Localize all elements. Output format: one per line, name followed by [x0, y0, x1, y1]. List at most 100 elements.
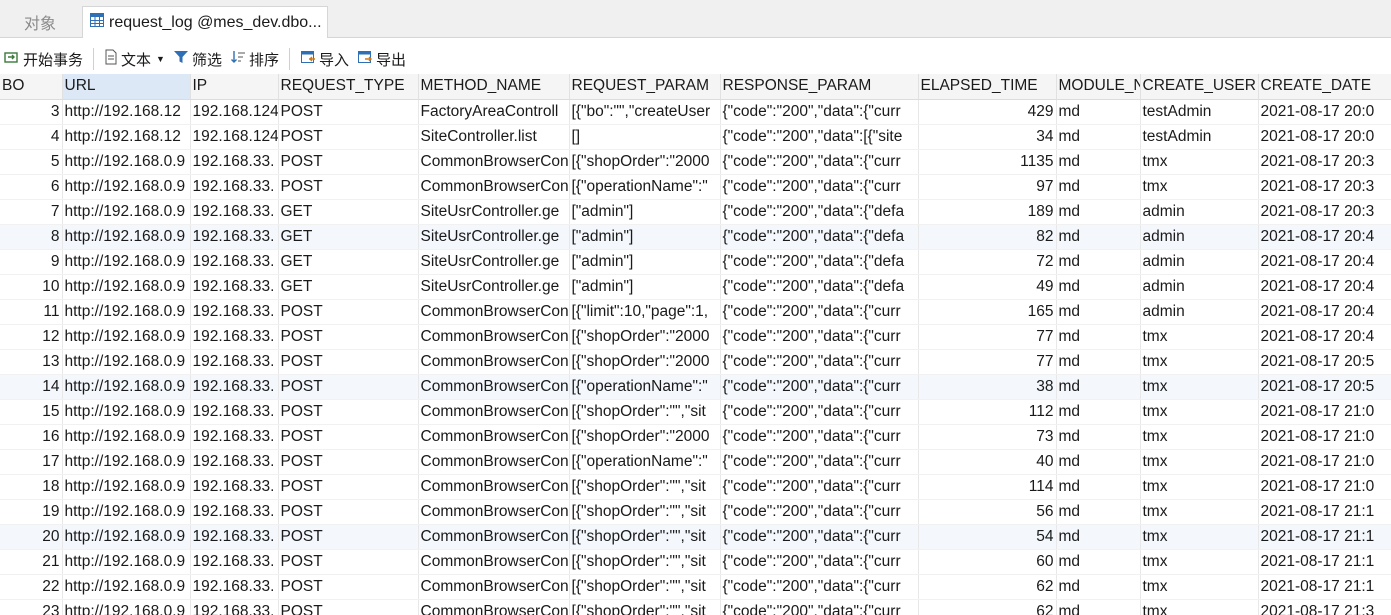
- cell-ip[interactable]: 192.168.33.: [190, 349, 279, 375]
- cell-request-param[interactable]: ["admin"]: [569, 224, 721, 250]
- cell-create-user[interactable]: tmx: [1140, 449, 1259, 475]
- cell-ip[interactable]: 192.168.33.: [190, 249, 279, 275]
- cell-method-name[interactable]: SiteController.list: [418, 124, 570, 150]
- tab-request-log[interactable]: request_log @mes_dev.dbo...: [82, 6, 328, 38]
- table-row[interactable]: 6 http://192.168.0.9 192.168.33. POST Common…: [0, 174, 1391, 200]
- cell-method-name[interactable]: CommonBrowserCon: [418, 424, 570, 450]
- cell-url[interactable]: http://192.168.0.9: [62, 224, 191, 250]
- cell-request-param[interactable]: [{"shopOrder":"","sit: [569, 574, 721, 600]
- cell-ip[interactable]: 192.168.33.: [190, 574, 279, 600]
- cell-response-param[interactable]: {"code":"200","data":{"curr: [720, 449, 919, 475]
- cell-create-user[interactable]: admin: [1140, 199, 1259, 225]
- cell-method-name[interactable]: CommonBrowserCon: [418, 599, 570, 615]
- column-header-elapsed-time[interactable]: ELAPSED_TIME: [918, 74, 1057, 100]
- cell-response-param[interactable]: {"code":"200","data":{"curr: [720, 524, 919, 550]
- cell-module-n[interactable]: md: [1056, 349, 1141, 375]
- cell-bo[interactable]: 4: [0, 124, 63, 150]
- cell-elapsed-time[interactable]: 429: [918, 99, 1057, 125]
- cell-url[interactable]: http://192.168.0.9: [62, 374, 191, 400]
- cell-module-n[interactable]: md: [1056, 374, 1141, 400]
- cell-method-name[interactable]: CommonBrowserCon: [418, 174, 570, 200]
- cell-url[interactable]: http://192.168.0.9: [62, 474, 191, 500]
- cell-request-param[interactable]: []: [569, 124, 721, 150]
- cell-url[interactable]: http://192.168.0.9: [62, 174, 191, 200]
- cell-url[interactable]: http://192.168.0.9: [62, 449, 191, 475]
- cell-bo[interactable]: 19: [0, 499, 63, 525]
- cell-create-user[interactable]: admin: [1140, 274, 1259, 300]
- cell-ip[interactable]: 192.168.33.: [190, 524, 279, 550]
- cell-ip[interactable]: 192.168.33.: [190, 399, 279, 425]
- cell-request-param[interactable]: ["admin"]: [569, 199, 721, 225]
- cell-url[interactable]: http://192.168.0.9: [62, 249, 191, 275]
- cell-elapsed-time[interactable]: 38: [918, 374, 1057, 400]
- cell-module-n[interactable]: md: [1056, 249, 1141, 275]
- cell-request-param[interactable]: [{"limit":10,"page":1,: [569, 299, 721, 325]
- cell-create-date[interactable]: 2021-08-17 21:1: [1258, 524, 1391, 550]
- cell-create-user[interactable]: tmx: [1140, 499, 1259, 525]
- table-row[interactable]: 12 http://192.168.0.9 192.168.33. POST Commo…: [0, 324, 1391, 350]
- cell-url[interactable]: http://192.168.0.9: [62, 524, 191, 550]
- column-header-create-date[interactable]: CREATE_DATE: [1258, 74, 1391, 100]
- cell-request-param[interactable]: ["admin"]: [569, 274, 721, 300]
- table-row[interactable]: 9 http://192.168.0.9 192.168.33. GET SiteUsr…: [0, 249, 1391, 275]
- column-header-request-param[interactable]: REQUEST_PARAM: [569, 74, 721, 100]
- cell-response-param[interactable]: {"code":"200","data":{"defa: [720, 274, 919, 300]
- cell-bo[interactable]: 15: [0, 399, 63, 425]
- cell-request-type[interactable]: POST: [278, 324, 419, 350]
- cell-bo[interactable]: 20: [0, 524, 63, 550]
- cell-response-param[interactable]: {"code":"200","data":{"curr: [720, 374, 919, 400]
- cell-create-user[interactable]: tmx: [1140, 374, 1259, 400]
- cell-elapsed-time[interactable]: 82: [918, 224, 1057, 250]
- cell-create-date[interactable]: 2021-08-17 20:5: [1258, 349, 1391, 375]
- cell-ip[interactable]: 192.168.33.: [190, 449, 279, 475]
- cell-create-user[interactable]: testAdmin: [1140, 124, 1259, 150]
- cell-bo[interactable]: 11: [0, 299, 63, 325]
- cell-request-param[interactable]: [{"shopOrder":"","sit: [569, 499, 721, 525]
- cell-create-date[interactable]: 2021-08-17 21:0: [1258, 449, 1391, 475]
- cell-method-name[interactable]: SiteUsrController.ge: [418, 199, 570, 225]
- filter-button[interactable]: 筛选: [169, 46, 226, 72]
- cell-create-date[interactable]: 2021-08-17 20:4: [1258, 324, 1391, 350]
- cell-ip[interactable]: 192.168.33.: [190, 424, 279, 450]
- cell-url[interactable]: http://192.168.0.9: [62, 274, 191, 300]
- cell-module-n[interactable]: md: [1056, 574, 1141, 600]
- cell-bo[interactable]: 5: [0, 149, 63, 175]
- cell-method-name[interactable]: CommonBrowserCon: [418, 524, 570, 550]
- cell-response-param[interactable]: {"code":"200","data":{"defa: [720, 224, 919, 250]
- cell-bo[interactable]: 13: [0, 349, 63, 375]
- cell-request-param[interactable]: [{"shopOrder":"","sit: [569, 549, 721, 575]
- cell-module-n[interactable]: md: [1056, 224, 1141, 250]
- cell-ip[interactable]: 192.168.124: [190, 124, 279, 150]
- cell-url[interactable]: http://192.168.0.9: [62, 349, 191, 375]
- cell-elapsed-time[interactable]: 49: [918, 274, 1057, 300]
- cell-module-n[interactable]: md: [1056, 524, 1141, 550]
- cell-request-type[interactable]: POST: [278, 124, 419, 150]
- cell-request-type[interactable]: POST: [278, 149, 419, 175]
- table-row[interactable]: 15 http://192.168.0.9 192.168.33. POST Commo…: [0, 399, 1391, 425]
- cell-ip[interactable]: 192.168.33.: [190, 474, 279, 500]
- cell-request-type[interactable]: POST: [278, 574, 419, 600]
- cell-response-param[interactable]: {"code":"200","data":{"curr: [720, 299, 919, 325]
- cell-create-date[interactable]: 2021-08-17 21:0: [1258, 399, 1391, 425]
- cell-method-name[interactable]: CommonBrowserCon: [418, 499, 570, 525]
- table-row[interactable]: 19 http://192.168.0.9 192.168.33. POST Commo…: [0, 499, 1391, 525]
- cell-request-type[interactable]: GET: [278, 224, 419, 250]
- cell-elapsed-time[interactable]: 97: [918, 174, 1057, 200]
- cell-response-param[interactable]: {"code":"200","data":[{"site: [720, 124, 919, 150]
- column-header-response-param[interactable]: RESPONSE_PARAM: [720, 74, 919, 100]
- cell-bo[interactable]: 8: [0, 224, 63, 250]
- sort-button[interactable]: 排序: [226, 46, 283, 72]
- cell-request-param[interactable]: [{"shopOrder":"2000: [569, 424, 721, 450]
- cell-method-name[interactable]: SiteUsrController.ge: [418, 249, 570, 275]
- cell-ip[interactable]: 192.168.33.: [190, 499, 279, 525]
- table-row[interactable]: 16 http://192.168.0.9 192.168.33. POST Commo…: [0, 424, 1391, 450]
- cell-create-user[interactable]: tmx: [1140, 574, 1259, 600]
- cell-request-type[interactable]: POST: [278, 524, 419, 550]
- cell-create-user[interactable]: tmx: [1140, 399, 1259, 425]
- cell-request-type[interactable]: POST: [278, 374, 419, 400]
- cell-response-param[interactable]: {"code":"200","data":{"curr: [720, 149, 919, 175]
- cell-url[interactable]: http://192.168.12: [62, 99, 191, 125]
- table-row[interactable]: 23 http://192.168.0.9 192.168.33. POST Commo…: [0, 599, 1391, 615]
- text-button[interactable]: 文本 ▼: [100, 46, 169, 72]
- cell-url[interactable]: http://192.168.0.9: [62, 299, 191, 325]
